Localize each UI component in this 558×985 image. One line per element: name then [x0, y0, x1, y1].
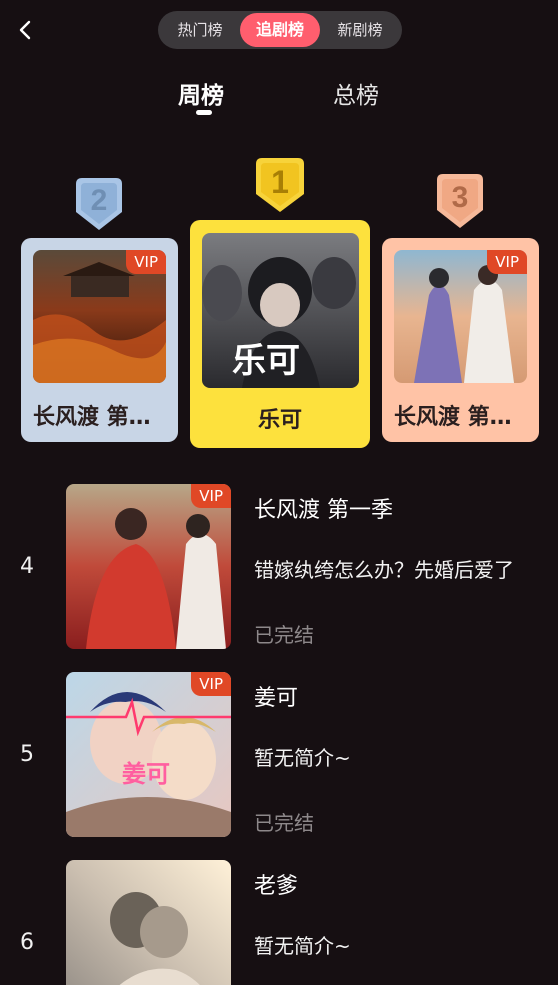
- list-item-cover-text: 姜可: [122, 760, 170, 788]
- list-item[interactable]: 4 VIP 长风渡 第一季 错嫁纨绔怎么办？先婚后爱了 已完结: [0, 484, 558, 649]
- vip-badge: VIP: [191, 484, 231, 508]
- list-item-description: 暂无简介~: [254, 746, 351, 770]
- podium-2-title: 长风渡 第…: [33, 405, 151, 430]
- rank-1-medal-icon: 1: [256, 158, 304, 212]
- list-item[interactable]: 5 VIP 姜可 姜可 暂无简介~ 已完结: [0, 672, 558, 837]
- vip-badge: VIP: [126, 250, 166, 274]
- tab-overall[interactable]: 总榜: [333, 76, 379, 110]
- list-item-title: 姜可: [254, 686, 299, 711]
- list-item-title: 长风渡 第一季: [254, 498, 393, 523]
- podium-1-cover-image: 乐可: [202, 233, 359, 388]
- tab-indicator: [196, 110, 212, 115]
- rank-number: 6: [20, 930, 34, 955]
- list-item-title: 老爹: [254, 874, 299, 899]
- list-item-description: 暂无简介~: [254, 934, 351, 958]
- back-chevron-icon: [19, 20, 31, 40]
- list-item-cover-image: VIP 姜可: [66, 672, 231, 837]
- podium-card-2[interactable]: VIP 长风渡 第…: [21, 238, 178, 442]
- podium-3-cover-image: VIP: [394, 250, 527, 383]
- list-item[interactable]: 6 老爹 暂无简介~: [0, 860, 558, 985]
- rank-2-number: 2: [90, 184, 108, 217]
- vip-badge: VIP: [487, 250, 527, 274]
- list-item-description: 错嫁纨绔怎么办？先婚后爱了: [254, 558, 514, 582]
- tab-hot[interactable]: 热门榜: [160, 11, 240, 49]
- rank-2-medal-icon: 2: [76, 178, 122, 230]
- rank-number: 4: [20, 554, 34, 579]
- list-item-status: 已完结: [254, 623, 314, 647]
- podium-2-cover-image: VIP: [33, 250, 166, 383]
- vip-badge: VIP: [191, 672, 231, 696]
- ranking-type-tabs: 热门榜 追剧榜 新剧榜: [158, 11, 402, 49]
- rank-3-number: 3: [451, 181, 469, 214]
- podium-card-1[interactable]: 乐可 乐可: [190, 220, 370, 448]
- rank-1-number: 1: [271, 164, 289, 200]
- list-item-status: 已完结: [254, 811, 314, 835]
- podium-card-3[interactable]: VIP 长风渡 第…: [382, 238, 539, 442]
- tab-new[interactable]: 新剧榜: [320, 11, 400, 49]
- back-button[interactable]: [14, 18, 38, 42]
- podium-3-title: 长风渡 第…: [394, 405, 512, 430]
- rank-3-medal-icon: 3: [437, 174, 483, 228]
- rank-number: 5: [20, 742, 34, 767]
- tab-following[interactable]: 追剧榜: [240, 13, 320, 47]
- podium-1-title: 乐可: [257, 408, 302, 433]
- list-item-cover-image: [66, 860, 231, 985]
- tab-weekly[interactable]: 周榜: [178, 76, 224, 110]
- podium-1-cover-text: 乐可: [232, 341, 300, 381]
- list-item-cover-image: VIP: [66, 484, 231, 649]
